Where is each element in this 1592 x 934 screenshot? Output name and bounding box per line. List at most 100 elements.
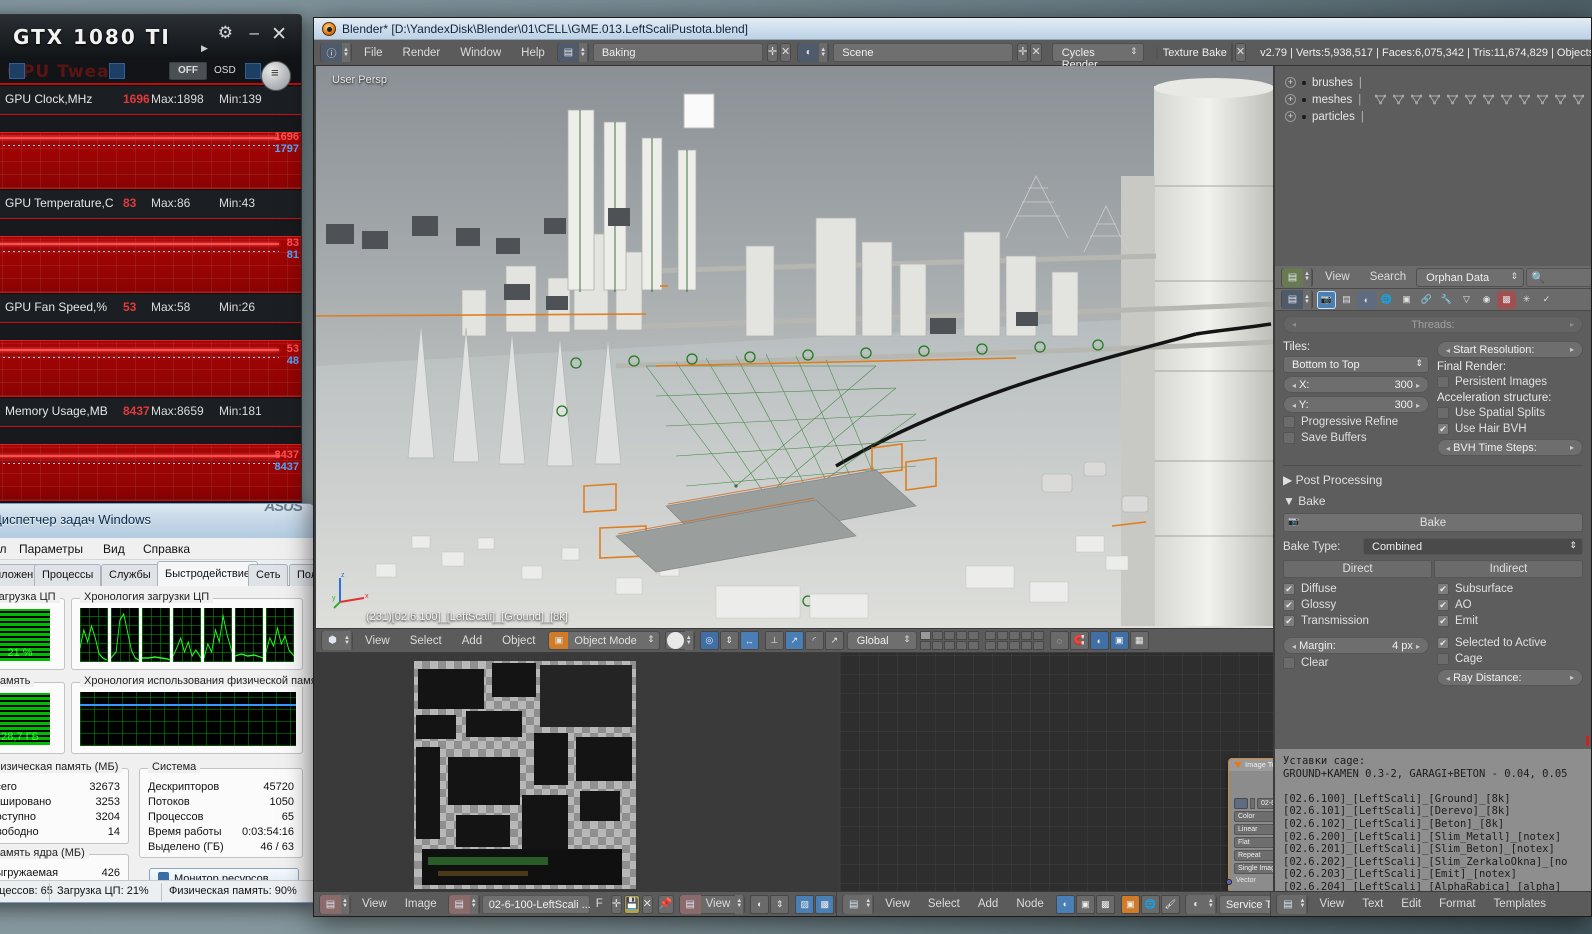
bake-type-select[interactable]: Combined (1363, 538, 1583, 555)
text-menu-edit[interactable]: Edit (1392, 898, 1430, 910)
texture-nodes-icon[interactable]: ▩ (1095, 894, 1115, 914)
uv-image-name-field[interactable]: 02-6-100-LeftScali ... (481, 894, 591, 914)
pivot-point-icon[interactable]: ◎ (699, 631, 719, 650)
uv-menu-image[interactable]: Image (396, 898, 446, 910)
checkbox-icon[interactable]: ✔ (1283, 599, 1295, 611)
node-material-widget[interactable]: ◐ ▲ ▼ (1184, 894, 1217, 914)
mesh-datablock-icon[interactable] (1573, 94, 1585, 105)
scene-spinner[interactable]: ▲ ▼ (819, 43, 829, 62)
post-processing-panel[interactable]: ▶ Post Processing (1283, 473, 1583, 487)
node-extension-field[interactable]: Repeat (1234, 850, 1273, 861)
uv-fake-user-button[interactable]: F (590, 898, 609, 910)
mesh-datablock-icon[interactable] (1375, 94, 1387, 105)
checkbox-icon[interactable] (1437, 376, 1449, 388)
menu-view[interactable]: Вид (103, 542, 125, 556)
tab-users[interactable]: Пользователи (289, 564, 314, 586)
scene-layer-button[interactable] (1008, 641, 1020, 650)
bake-panel[interactable]: ▼ Bake (1283, 494, 1583, 508)
checkbox-icon[interactable]: ✔ (1437, 599, 1449, 611)
tile-y-field[interactable]: ◂ Y: 300 ▸ (1283, 396, 1429, 413)
tab-processes[interactable]: Процессы (34, 564, 102, 586)
world-tab-icon[interactable]: 🌐 (1377, 290, 1396, 309)
menu-help[interactable]: Справка (143, 542, 190, 556)
toolbar-icon-1[interactable] (9, 63, 25, 79)
render-preview-icon[interactable]: ◐ (1089, 631, 1109, 650)
scene-layer-button[interactable] (1032, 631, 1044, 640)
ao-check[interactable]: ✔ AO (1437, 599, 1583, 611)
editor-type-spinner[interactable]: ▲ ▼ (342, 43, 351, 62)
text-editor-spinner[interactable]: ▲ ▼ (1298, 894, 1308, 914)
bake-button[interactable]: 📷 Bake (1283, 513, 1583, 532)
cage-check[interactable]: Cage (1437, 653, 1583, 665)
uv-image-spinner[interactable]: ▲ ▼ (469, 894, 479, 914)
node-output-color[interactable]: Color (1234, 774, 1273, 784)
text-menu-text[interactable]: Text (1353, 898, 1392, 910)
uv-view-mode-widget[interactable]: ▤ View ▲ ▼ (678, 894, 746, 914)
snap-magnet-icon[interactable]: 🧲 (1069, 631, 1089, 650)
image-datablock-icon[interactable] (1234, 798, 1248, 809)
viewport-editor-type[interactable]: ⬢ ▲ ▼ (321, 631, 353, 650)
pivot-spinner[interactable]: ⇕ (719, 631, 739, 650)
outliner-spinner[interactable]: ▲ ▼ (1303, 267, 1312, 287)
texture-tab-icon[interactable]: ▩ (1497, 290, 1516, 309)
scene-layer-button[interactable] (919, 631, 931, 640)
outliner-row-meshes[interactable]: + meshes | (1275, 91, 1591, 108)
menu-file[interactable]: Файл (0, 542, 7, 556)
mesh-datablock-icon[interactable] (1447, 94, 1459, 105)
node-interpolation-field[interactable]: Linear (1234, 824, 1273, 835)
scene-layer-button[interactable] (1020, 641, 1032, 650)
interaction-mode-select[interactable]: ▣ Object Mode (548, 631, 660, 650)
text-menu-format[interactable]: Format (1430, 898, 1484, 910)
scene-field[interactable]: Scene (833, 43, 1014, 62)
expand-arrow-icon[interactable]: ▶ (201, 43, 208, 54)
overlay-icon[interactable]: ▦ (1129, 631, 1149, 650)
subsurface-check[interactable]: ✔ Subsurface (1437, 583, 1583, 595)
modifiers-tab-icon[interactable]: 🔧 (1437, 290, 1456, 309)
uv-color-channel-icon[interactable]: ▨ (795, 894, 815, 914)
expand-icon[interactable]: + (1285, 111, 1296, 122)
shader-nodes-icon[interactable]: ◐ (1055, 894, 1075, 914)
text-menu-templates[interactable]: Templates (1485, 898, 1555, 910)
scene-layer-button[interactable] (931, 631, 943, 640)
menu-render[interactable]: Render (393, 44, 451, 62)
toolbar-icon-2[interactable] (109, 63, 125, 79)
material-spinner[interactable]: ▲ ▼ (1206, 894, 1216, 914)
screen-layout-field[interactable]: Baking (592, 43, 763, 62)
uv-spinner-icon[interactable]: ⇕ (770, 894, 790, 914)
emit-check[interactable]: ✔ Emit (1437, 615, 1583, 627)
camera-icon[interactable]: ▣ (1109, 631, 1129, 650)
uv-alpha-channel-icon[interactable]: ▩ (815, 894, 835, 914)
scene-layer-button[interactable] (943, 631, 955, 640)
constraints-tab-icon[interactable]: 🔗 (1417, 290, 1436, 309)
outliner-row-particles[interactable]: + particles | (1275, 108, 1591, 125)
checkbox-icon[interactable] (1283, 432, 1295, 444)
outliner-row-brushes[interactable]: + brushes | (1275, 74, 1591, 91)
uv-render-icon[interactable]: ◐ (750, 894, 770, 914)
node-material-field[interactable]: Service Test UV Te... (1218, 894, 1271, 914)
node-projection-field[interactable]: Flat (1234, 837, 1273, 848)
checkbox-icon[interactable] (1437, 653, 1449, 665)
mesh-datablock-icon[interactable] (1501, 94, 1513, 105)
image-texture-node[interactable]: Image Texture Color Alpha 02-6-100-Left (1226, 758, 1273, 893)
scene-tab-icon[interactable]: ◐ (1357, 290, 1376, 309)
mesh-datablock-icon[interactable] (1519, 94, 1531, 105)
render-tab-icon[interactable]: 📷 (1317, 290, 1336, 309)
properties-menu-search[interactable]: Search (1360, 268, 1416, 286)
viewport-shading-widget[interactable]: ▲ ▼ (664, 631, 695, 650)
scene-layer-button[interactable] (996, 641, 1008, 650)
scene-layer-button[interactable] (943, 641, 955, 650)
object-tab-icon[interactable]: ▣ (1397, 290, 1416, 309)
translate-manipulator-icon[interactable]: ⊥ (764, 631, 784, 650)
expand-icon[interactable]: + (1285, 94, 1296, 105)
node-color-space-field[interactable]: Color (1234, 811, 1273, 822)
mesh-datablock-icon[interactable] (1393, 94, 1405, 105)
menu-help[interactable]: Help (511, 44, 555, 62)
scene-widget[interactable]: ◐ ▲ ▼ (797, 43, 830, 62)
node-menu-select[interactable]: Select (919, 898, 969, 910)
node-collapse-icon[interactable] (1234, 762, 1242, 768)
uv-menu-view[interactable]: View (353, 898, 396, 910)
rotate-manipulator-icon[interactable]: ↗ (784, 631, 804, 650)
selected-to-active-check[interactable]: ✔ Selected to Active (1437, 637, 1583, 649)
mesh-datablock-icons[interactable] (1375, 94, 1585, 105)
transmission-check[interactable]: ✔ Transmission (1283, 615, 1429, 627)
